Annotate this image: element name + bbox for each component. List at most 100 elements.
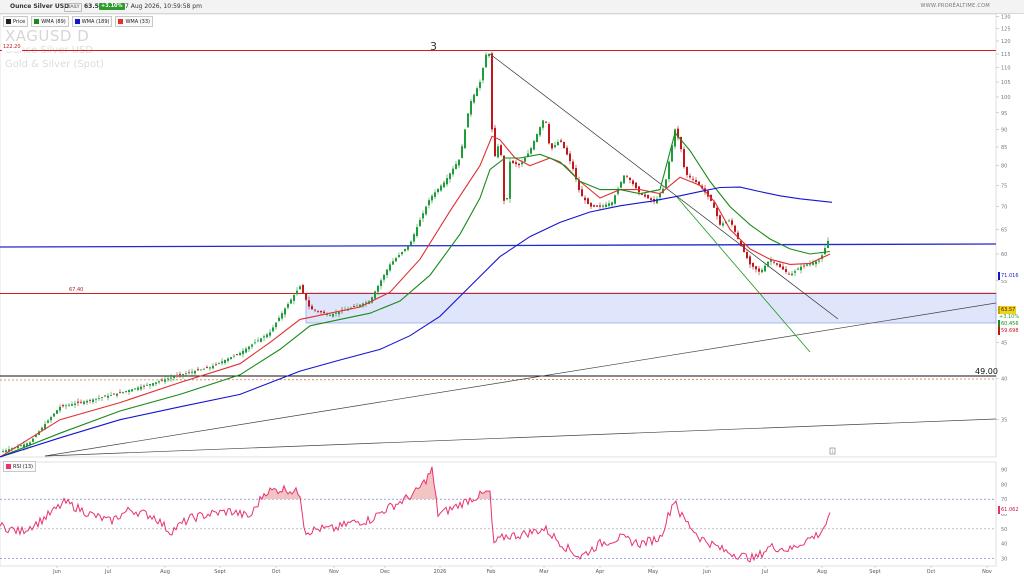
candle-body: [143, 385, 145, 387]
wave-3-label: 3: [430, 40, 437, 53]
level-122-tag: 122.20: [2, 43, 22, 51]
candle-body: [467, 113, 469, 128]
candle-body: [749, 256, 751, 265]
candle-body: [2, 451, 4, 453]
candle-body: [308, 300, 310, 307]
x-tick-label: Jun: [52, 569, 61, 575]
candle-body: [146, 384, 148, 386]
y-tick-label: 90: [1001, 127, 1007, 133]
candle-body: [128, 390, 130, 393]
x-tick-label: Jun: [702, 569, 711, 575]
candle-body: [110, 394, 112, 396]
x-tick-label: Sept: [869, 569, 880, 575]
y-tick-label: 65: [1001, 227, 1007, 233]
candle-body: [794, 271, 796, 273]
candle-body: [281, 313, 283, 319]
candle-body: [62, 405, 64, 407]
rsi-overbought-fill: [428, 473, 430, 500]
candle-body: [509, 161, 511, 199]
candle-body: [239, 352, 241, 356]
gridlines: [0, 13, 997, 567]
candle-body: [668, 161, 670, 180]
candle-body: [74, 403, 76, 405]
x-tick-label: May: [648, 569, 658, 575]
candle-body: [563, 141, 565, 149]
candle-body: [596, 205, 598, 207]
price-chart[interactable]: 3540455055606570758085909510010511011512…: [0, 0, 1024, 576]
candle-body: [470, 101, 472, 115]
candle-body: [641, 193, 643, 195]
rsi-overbought-fill: [418, 487, 420, 500]
candle-body: [182, 374, 184, 376]
candle-body: [782, 266, 784, 270]
candle-body: [89, 399, 91, 401]
y-tick-label: 95: [1001, 111, 1007, 117]
y-tick-label: 85: [1001, 145, 1007, 151]
candle-body: [158, 381, 160, 383]
candle-body: [50, 417, 52, 421]
y-tick-label: 40: [1001, 377, 1007, 383]
candle-body: [692, 178, 694, 180]
candle-body: [824, 248, 826, 255]
candle-body: [611, 202, 613, 206]
candle-body: [452, 168, 454, 175]
candle-body: [434, 192, 436, 197]
candle-body: [293, 295, 295, 301]
candle-body: [260, 338, 262, 342]
candle-body: [758, 268, 760, 272]
candle-body: [203, 368, 205, 370]
candle-body: [407, 245, 409, 250]
candle-body: [752, 262, 754, 267]
candle-body: [86, 400, 88, 403]
candle-body: [818, 260, 820, 262]
candle-body: [482, 68, 484, 81]
candle-body: [461, 146, 463, 159]
candle-body: [644, 194, 646, 197]
candle-body: [92, 399, 94, 402]
candle-body: [32, 438, 34, 442]
candle-body: [266, 334, 268, 338]
info-icon-glyph: i: [832, 449, 833, 454]
x-tick-label: Oct: [927, 569, 936, 575]
candle-body: [785, 269, 787, 272]
y-tick-label: 60: [1001, 252, 1007, 258]
candle-body: [584, 197, 586, 201]
candle-body: [608, 203, 610, 206]
candle-body: [395, 258, 397, 262]
candle-body: [194, 371, 196, 374]
candle-body: [614, 195, 616, 204]
candle-body: [212, 365, 214, 369]
candle-body: [290, 299, 292, 304]
candle-body: [101, 397, 103, 399]
y-tick-label: 100: [1001, 95, 1011, 101]
candle-body: [164, 379, 166, 382]
rsi-overbought-fill: [482, 492, 484, 500]
candle-body: [629, 177, 631, 181]
candle-body: [224, 360, 226, 364]
candle-body: [797, 268, 799, 270]
candle-body: [302, 285, 304, 293]
candle-body: [545, 121, 547, 123]
candle-body: [569, 153, 571, 162]
rsi-legend[interactable]: RSI (13): [3, 461, 36, 472]
candle-body: [389, 264, 391, 271]
candle-body: [626, 175, 628, 177]
candle-body: [566, 147, 568, 155]
legend-rsi[interactable]: RSI (13): [3, 461, 36, 472]
y-tick-label: 70: [1001, 205, 1007, 211]
candle-body: [59, 406, 61, 411]
candle-body: [320, 311, 322, 313]
candle-body: [20, 445, 22, 447]
candle-body: [173, 376, 175, 378]
candle-body: [338, 311, 340, 315]
candle-body: [179, 373, 181, 375]
candle-body: [413, 234, 415, 242]
candle-body: [686, 166, 688, 175]
candle-body: [503, 155, 505, 201]
rsi-tick-label: 70: [1001, 497, 1007, 503]
candle-body: [524, 158, 526, 162]
candle-body: [767, 261, 769, 267]
x-tick-label: Sept: [214, 569, 225, 575]
candle-body: [332, 313, 334, 317]
candle-body: [356, 305, 358, 307]
